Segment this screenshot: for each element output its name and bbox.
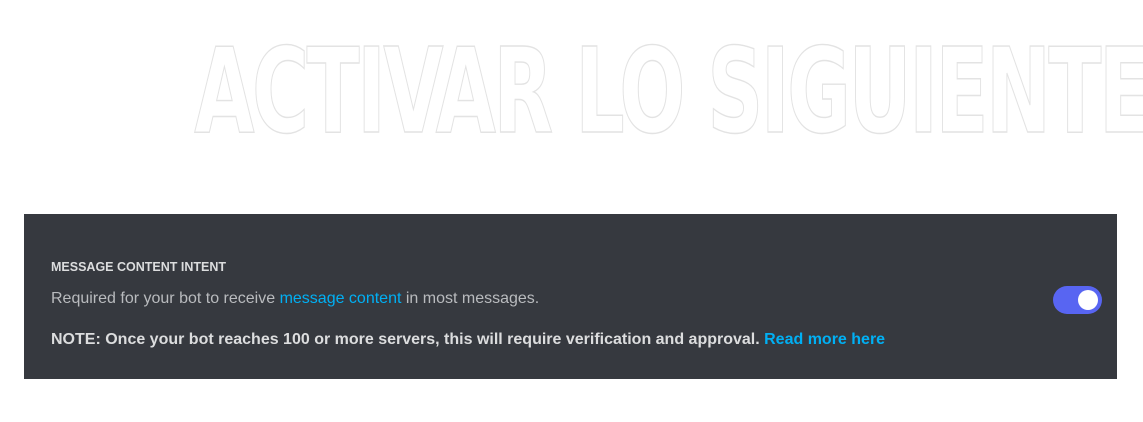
intent-description-suffix: in most messages. bbox=[401, 290, 540, 307]
intent-title: MESSAGE CONTENT INTENT bbox=[51, 260, 227, 274]
toggle-knob bbox=[1078, 290, 1098, 310]
intent-note-text: NOTE: Once your bot reaches 100 or more … bbox=[51, 331, 765, 348]
intent-description-prefix: Required for your bot to receive bbox=[51, 290, 280, 307]
headline-title: ACTIVAR LO SIGUIENTE bbox=[194, 22, 1143, 160]
intent-note: NOTE: Once your bot reaches 100 or more … bbox=[51, 331, 885, 349]
message-content-link[interactable]: message content bbox=[280, 290, 402, 307]
intent-description: Required for your bot to receive message… bbox=[51, 290, 539, 308]
read-more-link[interactable]: Read more here bbox=[764, 331, 885, 348]
message-content-intent-panel: MESSAGE CONTENT INTENT Required for your… bbox=[24, 214, 1117, 379]
message-content-intent-toggle[interactable] bbox=[1053, 286, 1102, 314]
